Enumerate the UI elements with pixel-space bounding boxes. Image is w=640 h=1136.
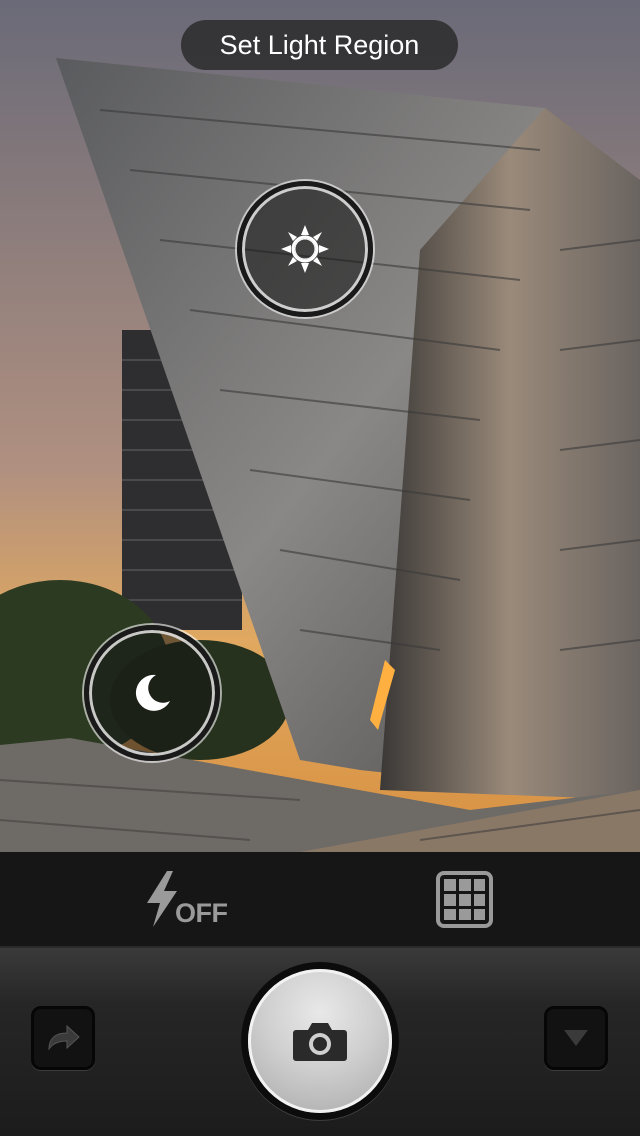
capture-controls	[0, 948, 640, 1136]
share-button[interactable]	[31, 1006, 95, 1070]
camera-viewfinder[interactable]: Set Light Region	[0, 0, 640, 852]
grid-icon	[436, 871, 493, 928]
moon-icon	[135, 674, 170, 711]
share-arrow-icon	[48, 1024, 80, 1051]
options-button[interactable]	[544, 1006, 608, 1070]
camera-toolbar: OFF	[0, 852, 640, 948]
grid-toggle-button[interactable]	[436, 871, 493, 928]
sun-icon	[281, 225, 329, 273]
camera-icon	[293, 1023, 347, 1061]
flash-toggle-button[interactable]: OFF	[145, 869, 245, 929]
triangle-down-icon	[564, 1030, 588, 1046]
dark-region-meter[interactable]	[84, 625, 220, 761]
set-light-region-banner: Set Light Region	[181, 20, 458, 70]
shutter-button[interactable]	[248, 969, 392, 1113]
light-region-meter[interactable]	[237, 181, 373, 317]
flash-status-label: OFF	[175, 898, 228, 928]
shutter-ring	[241, 962, 399, 1120]
